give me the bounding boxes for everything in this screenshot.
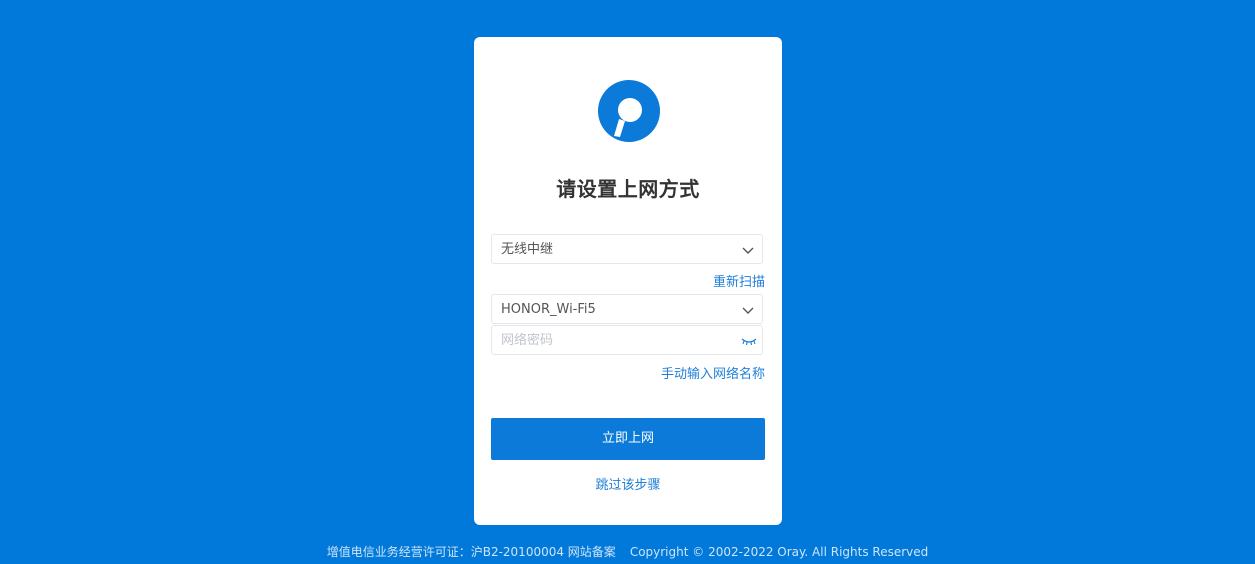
connection-mode-select[interactable]: 无线中继 [491,234,763,264]
footer: 增值电信业务经营许可证：沪B2-20100004 网站备案 Copyright ©… [0,543,1255,560]
page-title: 请设置上网方式 [556,177,700,201]
eye-closed-icon[interactable] [741,336,757,346]
page: 请设置上网方式 无线中继 重新扫描 HONOR_Wi-Fi5 网络密码 手动输入… [0,0,1255,564]
chevron-down-icon [742,307,754,314]
skip-step-link[interactable]: 跳过该步骤 [474,474,782,493]
copyright-text: Copyright © 2002-2022 Oray. All Rights R… [629,545,929,559]
wifi-network-value: HONOR_Wi-Fi5 [501,302,596,317]
wifi-password-field[interactable]: 网络密码 [491,325,763,355]
chevron-down-icon [742,247,754,254]
connect-button[interactable]: 立即上网 [491,418,765,460]
oray-logo [598,80,660,142]
manual-ssid-link[interactable]: 手动输入网络名称 [661,363,765,382]
wifi-network-select[interactable]: HONOR_Wi-Fi5 [491,294,763,324]
setup-card: 请设置上网方式 无线中继 重新扫描 HONOR_Wi-Fi5 网络密码 手动输入… [474,37,782,525]
password-placeholder: 网络密码 [501,333,554,348]
rescan-link[interactable]: 重新扫描 [713,271,765,290]
license-text[interactable]: 增值电信业务经营许可证：沪B2-20100004 网站备案 [327,545,616,559]
connection-mode-value: 无线中继 [501,242,554,257]
